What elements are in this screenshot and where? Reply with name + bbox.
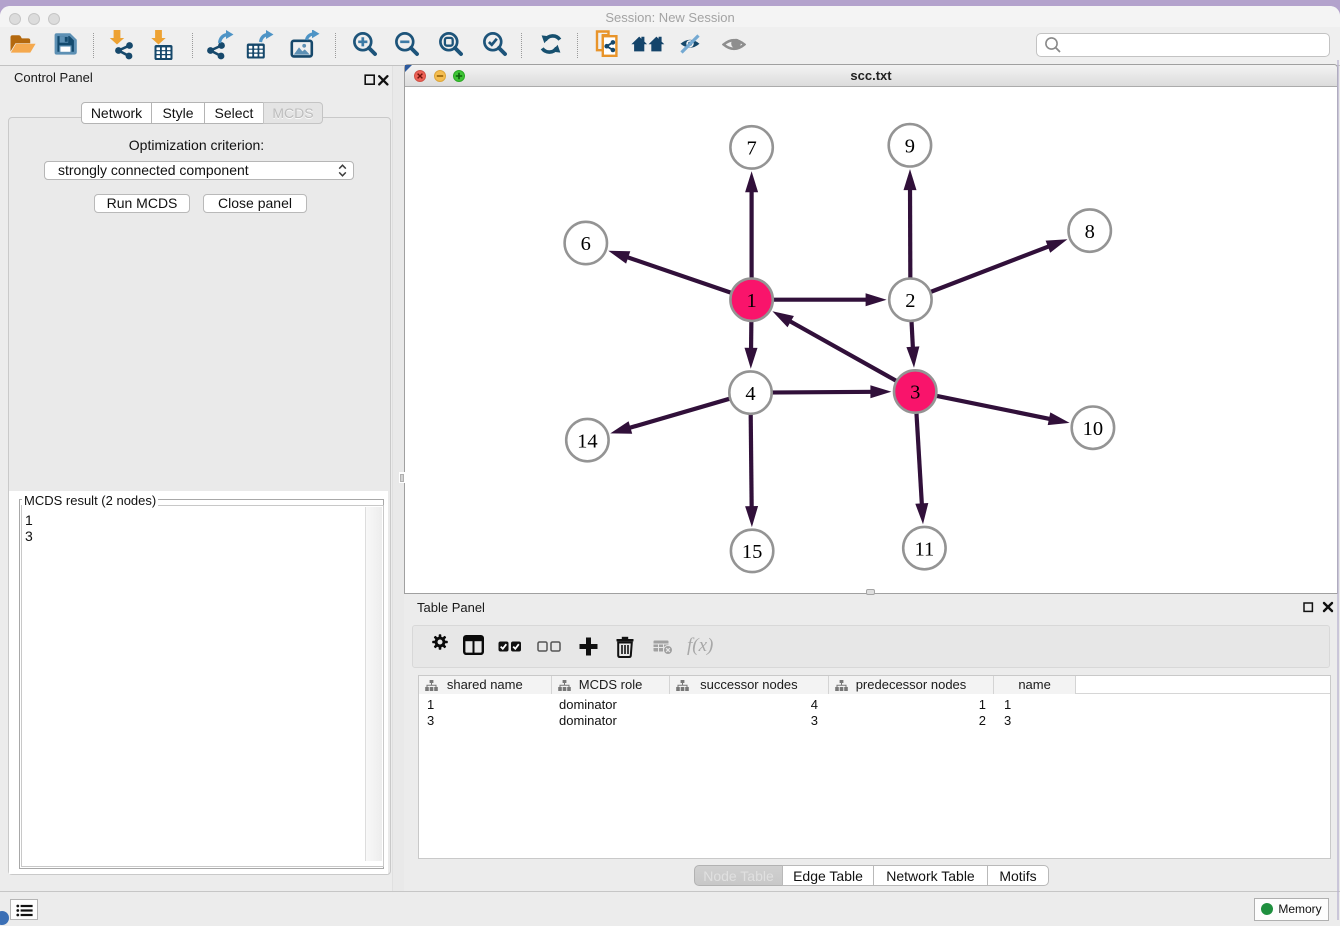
svg-text:9: 9 — [905, 136, 915, 158]
svg-text:2: 2 — [905, 290, 915, 312]
svg-text:7: 7 — [746, 138, 756, 160]
svg-text:11: 11 — [915, 538, 935, 560]
svg-text:8: 8 — [1085, 221, 1095, 243]
svg-text:6: 6 — [581, 233, 591, 255]
svg-text:4: 4 — [745, 383, 755, 405]
svg-text:14: 14 — [577, 430, 598, 452]
svg-text:3: 3 — [910, 382, 920, 404]
svg-text:10: 10 — [1083, 418, 1104, 440]
svg-text:15: 15 — [742, 541, 763, 563]
svg-text:1: 1 — [746, 290, 756, 312]
